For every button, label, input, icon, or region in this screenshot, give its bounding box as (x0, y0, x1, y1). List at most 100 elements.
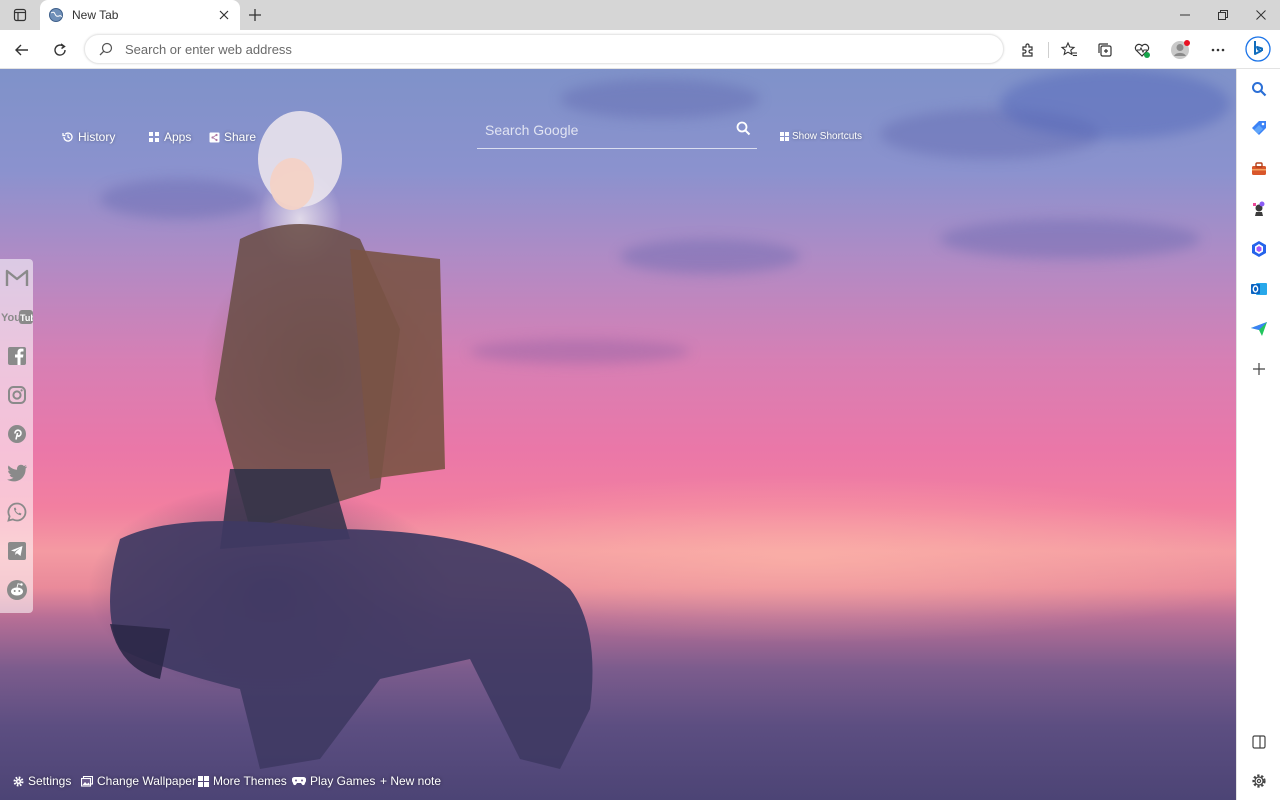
whatsapp-icon (6, 502, 26, 522)
heart-pulse-icon (1134, 43, 1150, 58)
history-label: History (78, 130, 116, 144)
cloud-shape (620, 239, 800, 274)
youtube-icon: YouTube (1, 310, 33, 324)
back-arrow-icon (15, 44, 28, 56)
sidebar-games-button[interactable] (1245, 195, 1273, 223)
new-tab-page: History Apps Share Show Shortcuts (0, 69, 1236, 800)
show-shortcuts-button[interactable]: Show Shortcuts (780, 131, 862, 142)
bing-icon (1245, 36, 1271, 62)
sidebar-split-screen-button[interactable] (1245, 728, 1273, 756)
tab-actions-icon (13, 8, 27, 22)
games-icon (1253, 201, 1265, 216)
gamepad-icon (292, 776, 306, 786)
new-note-label: + New note (380, 774, 442, 788)
add-icon (1253, 363, 1265, 375)
google-search-box (477, 114, 757, 149)
tools-icon (1252, 162, 1266, 175)
gmail-icon (5, 269, 28, 286)
windows-grid-icon (198, 775, 209, 787)
sidebar-settings-button[interactable] (1245, 767, 1273, 795)
send-icon (1251, 322, 1267, 336)
sidebar-shopping-button[interactable] (1245, 115, 1273, 143)
sidebar-outlook-button[interactable] (1245, 275, 1273, 303)
share-link[interactable]: Share (209, 130, 256, 144)
collections-icon (1098, 43, 1112, 57)
cloud-shape (940, 219, 1200, 259)
sidebar-microsoft365-button[interactable] (1245, 235, 1273, 263)
share-label: Share (224, 130, 257, 144)
tab-new-tab[interactable]: New Tab (40, 0, 240, 30)
apps-link[interactable]: Apps (148, 130, 191, 144)
history-icon (62, 131, 74, 143)
collections-button[interactable] (1091, 36, 1119, 64)
plus-icon (249, 9, 261, 21)
browser-essentials-button[interactable] (1128, 36, 1156, 64)
settings-label: Settings (28, 774, 72, 788)
close-tab-icon[interactable] (216, 7, 232, 23)
refresh-button[interactable] (46, 36, 74, 64)
reddit-link[interactable] (0, 571, 33, 609)
gmail-link[interactable] (0, 259, 33, 297)
sidebar-add-button[interactable] (1245, 355, 1273, 383)
apps-grid-icon (148, 131, 160, 143)
history-link[interactable]: History (62, 130, 115, 144)
sidebar-tools-button[interactable] (1245, 155, 1273, 183)
close-icon (1256, 10, 1266, 20)
svg-text:You: You (1, 312, 21, 324)
search-submit-button[interactable] (733, 118, 753, 138)
play-games-label: Play Games (310, 774, 376, 788)
window-controls (1166, 0, 1280, 30)
settings-and-more-button[interactable] (1204, 36, 1232, 64)
address-input[interactable] (125, 41, 925, 57)
tab-actions-button[interactable] (6, 4, 34, 26)
split-screen-icon (1252, 735, 1266, 749)
favorites-star-icon (1060, 41, 1077, 57)
sidebar-search-button[interactable] (1245, 75, 1273, 103)
play-games-link[interactable]: Play Games (292, 774, 375, 788)
telegram-link[interactable] (0, 532, 33, 570)
sidebar-send-button[interactable] (1245, 315, 1273, 343)
shopping-tag-icon (1252, 121, 1266, 135)
twitter-icon (6, 464, 27, 482)
magnifier-icon (736, 121, 750, 135)
puzzle-icon (1022, 43, 1033, 57)
toolbar-divider (1048, 42, 1049, 58)
restore-button[interactable] (1204, 0, 1242, 30)
more-horizontal-icon (1211, 48, 1225, 52)
svg-text:Tube: Tube (20, 313, 33, 323)
google-search-input[interactable] (485, 120, 725, 140)
more-themes-link[interactable]: More Themes (198, 774, 287, 788)
change-wallpaper-link[interactable]: Change Wallpaper (81, 774, 196, 788)
gear-icon (13, 776, 24, 787)
youtube-link[interactable]: YouTube (0, 298, 33, 336)
edge-sidebar (1236, 69, 1280, 800)
pinterest-link[interactable] (0, 415, 33, 453)
twitter-link[interactable] (0, 454, 33, 492)
microsoft365-icon (1252, 241, 1266, 257)
facebook-link[interactable] (0, 337, 33, 375)
new-tab-button[interactable] (244, 4, 266, 26)
telegram-icon (7, 542, 26, 560)
whatsapp-link[interactable] (0, 493, 33, 531)
profile-button[interactable] (1166, 36, 1194, 64)
show-shortcuts-label: Show Shortcuts (792, 131, 863, 142)
settings-link[interactable]: Settings (13, 774, 71, 788)
more-themes-label: More Themes (213, 774, 287, 788)
close-window-button[interactable] (1242, 0, 1280, 30)
favorites-button[interactable] (1055, 36, 1083, 64)
extensions-button[interactable] (1014, 36, 1042, 64)
tab-title: New Tab (72, 8, 119, 22)
copilot-button[interactable] (1244, 34, 1272, 64)
browser-window: New Tab Search or enter web address Hist… (0, 0, 1280, 800)
tab-strip: New Tab (0, 0, 1280, 30)
instagram-link[interactable] (0, 376, 33, 414)
new-note-link[interactable]: + New note (380, 774, 441, 788)
change-wallpaper-label: Change Wallpaper (97, 774, 196, 788)
cloud-shape (1000, 69, 1230, 139)
refresh-icon (54, 43, 66, 56)
address-bar[interactable] (84, 34, 1004, 64)
avatar-icon (1171, 40, 1190, 59)
minimize-button[interactable] (1166, 0, 1204, 30)
image-icon (81, 775, 93, 787)
back-button[interactable] (8, 36, 36, 64)
